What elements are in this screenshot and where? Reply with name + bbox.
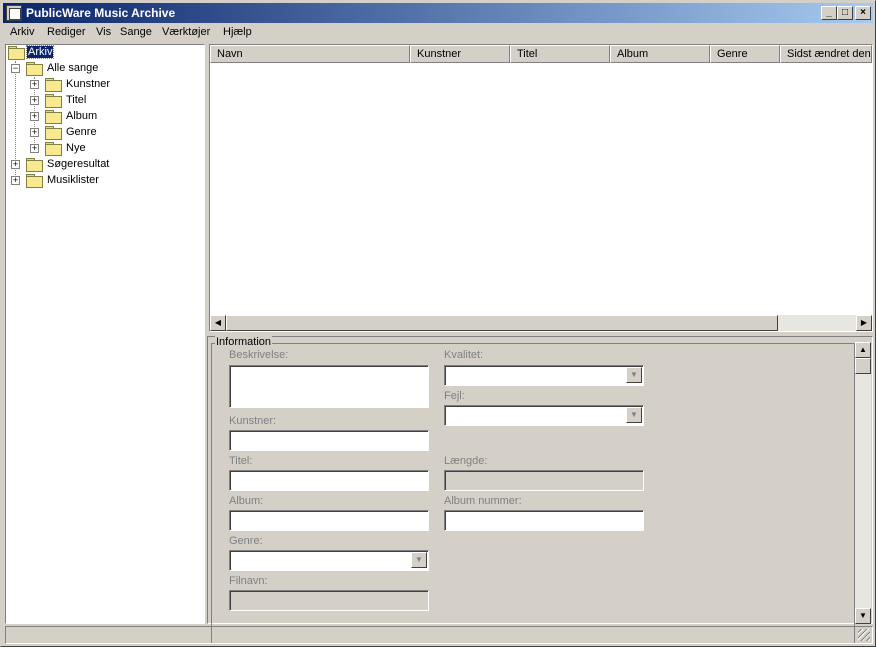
artist-label: Kunstner: xyxy=(229,415,277,427)
tree-item-label: Alle sange xyxy=(47,62,99,74)
tree-item-nye[interactable]: + Nye xyxy=(6,141,202,157)
tree-item-label: Album xyxy=(66,110,98,122)
folder-icon xyxy=(45,78,62,92)
quality-label: Kvalitet: xyxy=(444,349,484,361)
column-header-titel[interactable]: Titel xyxy=(510,45,610,63)
scroll-right-button[interactable]: ▶ xyxy=(856,315,872,331)
tree-item-label: Genre xyxy=(66,126,97,138)
collapse-icon[interactable]: − xyxy=(11,64,20,73)
resize-grip-icon[interactable] xyxy=(858,629,870,641)
tree-item-album[interactable]: + Album xyxy=(6,109,202,125)
status-bar xyxy=(5,626,873,644)
title-field[interactable] xyxy=(229,470,429,491)
tree-item-genre[interactable]: + Genre xyxy=(6,125,202,141)
menu-sange[interactable]: Sange xyxy=(120,26,152,38)
chevron-down-icon[interactable]: ▼ xyxy=(626,367,642,383)
tree-item-label: Arkiv xyxy=(25,45,55,59)
tree-item-musiklister[interactable]: + Musiklister xyxy=(6,173,202,189)
expand-icon[interactable]: + xyxy=(30,80,39,89)
expand-icon[interactable]: + xyxy=(30,112,39,121)
folder-icon xyxy=(45,110,62,124)
folder-tree[interactable]: Arkiv − Alle sange + Kunstner + Titel + … xyxy=(5,44,205,624)
folder-icon xyxy=(26,62,43,76)
chevron-down-icon[interactable]: ▼ xyxy=(626,407,642,423)
title-bar[interactable]: PublicWare Music Archive _ □ × xyxy=(3,3,873,23)
artist-field[interactable] xyxy=(229,430,429,451)
menu-hjaelp[interactable]: Hjælp xyxy=(223,26,252,38)
window-title: PublicWare Music Archive xyxy=(26,6,176,20)
column-header-genre[interactable]: Genre xyxy=(710,45,780,63)
expand-icon[interactable]: + xyxy=(11,160,20,169)
column-header-kunstner[interactable]: Kunstner xyxy=(410,45,510,63)
genre-label: Genre: xyxy=(229,535,263,547)
tree-item-label: Musiklister xyxy=(47,174,99,186)
menu-arkiv[interactable]: Arkiv xyxy=(10,26,34,38)
folder-icon xyxy=(45,126,62,140)
album-label: Album: xyxy=(229,495,264,507)
song-list[interactable]: Navn Kunstner Titel Album Genre Sidst æn… xyxy=(209,44,873,332)
tree-item-soegeresultat[interactable]: + Søgeresultat xyxy=(6,157,202,173)
tree-item-arkiv[interactable]: Arkiv xyxy=(6,45,202,61)
tree-item-alle-sange[interactable]: − Alle sange xyxy=(6,61,202,77)
folder-open-icon xyxy=(8,46,25,60)
information-group-title: Information xyxy=(215,336,273,348)
album-field[interactable] xyxy=(229,510,429,531)
tree-item-label: Kunstner xyxy=(66,78,111,90)
length-field xyxy=(444,470,644,491)
genre-combobox[interactable]: ▼ xyxy=(229,550,429,571)
filename-field xyxy=(229,590,429,611)
description-field[interactable] xyxy=(229,365,429,408)
menu-vis[interactable]: Vis xyxy=(96,26,111,38)
scroll-up-button[interactable]: ▲ xyxy=(855,342,871,358)
folder-icon xyxy=(45,94,62,108)
tree-item-label: Nye xyxy=(66,142,86,154)
horizontal-scrollbar[interactable]: ◀ ▶ xyxy=(210,315,872,331)
filename-label: Filnavn: xyxy=(229,575,268,587)
expand-icon[interactable]: + xyxy=(30,144,39,153)
menu-bar: Arkiv Rediger Vis Sange Værktøjer Hjælp xyxy=(3,24,873,42)
column-header-sidst-aendret[interactable]: Sidst ændret den xyxy=(780,45,872,63)
vertical-scrollbar[interactable]: ▲ ▼ xyxy=(855,342,871,624)
menu-vaerktoejer[interactable]: Værktøjer xyxy=(162,26,210,38)
column-header-album[interactable]: Album xyxy=(610,45,710,63)
tree-item-label: Titel xyxy=(66,94,87,106)
maximize-button[interactable]: □ xyxy=(837,6,853,20)
album-number-label: Album nummer: xyxy=(444,495,522,507)
tree-item-label: Søgeresultat xyxy=(47,158,110,170)
album-number-field[interactable] xyxy=(444,510,644,531)
folder-icon xyxy=(26,158,43,172)
scroll-down-button[interactable]: ▼ xyxy=(855,608,871,624)
expand-icon[interactable]: + xyxy=(30,128,39,137)
expand-icon[interactable]: + xyxy=(11,176,20,185)
close-button[interactable]: × xyxy=(855,6,871,20)
folder-icon xyxy=(45,142,62,156)
title-label: Titel: xyxy=(229,455,253,467)
length-label: Længde: xyxy=(444,455,488,467)
column-header-navn[interactable]: Navn xyxy=(210,45,410,63)
description-label: Beskrivelse: xyxy=(229,349,289,361)
minimize-button[interactable]: _ xyxy=(821,6,837,20)
tree-item-titel[interactable]: + Titel xyxy=(6,93,202,109)
scroll-thumb[interactable] xyxy=(855,358,871,374)
chevron-down-icon[interactable]: ▼ xyxy=(411,552,427,568)
menu-rediger[interactable]: Rediger xyxy=(47,26,86,38)
quality-combobox[interactable]: ▼ xyxy=(444,365,644,386)
app-icon[interactable] xyxy=(6,5,22,21)
app-window: PublicWare Music Archive _ □ × Arkiv Red… xyxy=(0,0,876,647)
folder-icon xyxy=(26,174,43,188)
scroll-thumb[interactable] xyxy=(226,315,778,331)
expand-icon[interactable]: + xyxy=(30,96,39,105)
tree-item-kunstner[interactable]: + Kunstner xyxy=(6,77,202,93)
error-label: Fejl: xyxy=(444,390,465,402)
error-combobox[interactable]: ▼ xyxy=(444,405,644,426)
scroll-left-button[interactable]: ◀ xyxy=(210,315,226,331)
